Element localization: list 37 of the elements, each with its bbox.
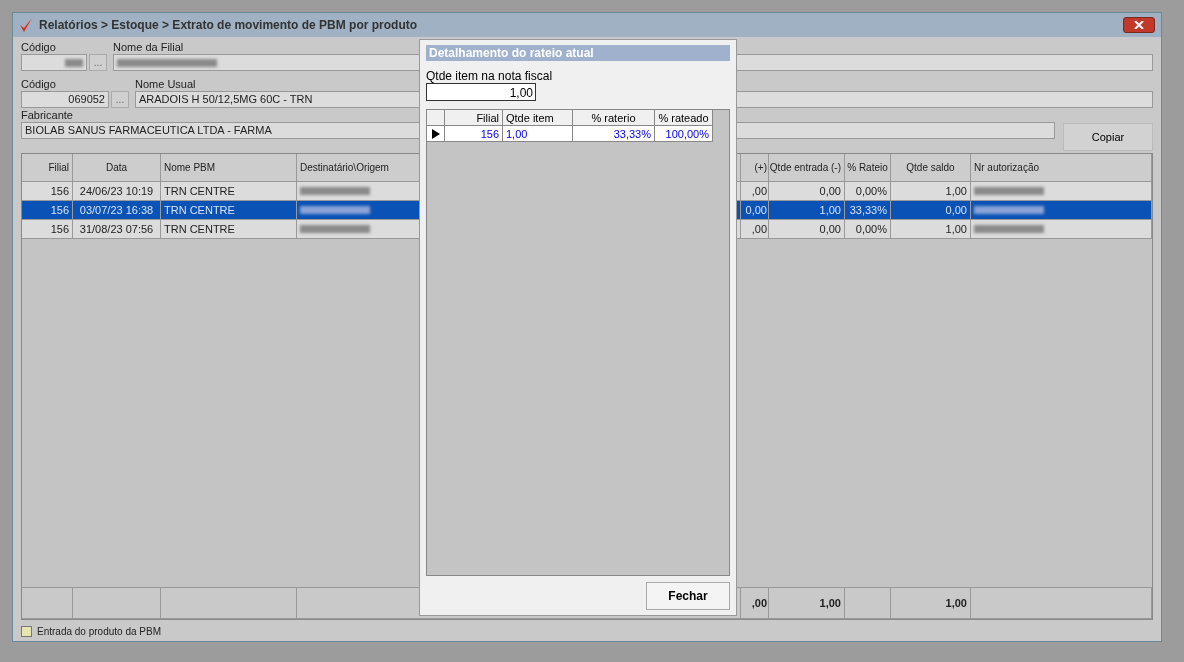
- table-cell: 31/08/23 07:56: [79, 223, 154, 235]
- table-cell: 1,00: [506, 127, 528, 140]
- table-cell: TRN CENTRE: [164, 223, 235, 235]
- table-cell: 03/07/23 16:38: [79, 204, 154, 216]
- table-cell: 33,33%: [849, 204, 887, 216]
- field-label: Qtde item na nota fiscal: [426, 69, 554, 83]
- table-cell: 0,00: [745, 204, 767, 216]
- table-cell: 156: [50, 204, 69, 216]
- checkbox-label: Entrada do produto da PBM: [37, 626, 161, 637]
- field-label: Nome Usual: [135, 77, 196, 91]
- table-cell: 0,00: [945, 204, 967, 216]
- field-label: Código: [21, 77, 56, 91]
- field-label: Nome da Filial: [113, 40, 184, 54]
- table-cell: 156: [50, 223, 69, 235]
- table-cell: ,00: [751, 223, 767, 235]
- total-cell: ,00: [741, 588, 769, 619]
- table-cell: TRN CENTRE: [164, 185, 235, 197]
- table-cell: 0,00: [819, 223, 841, 235]
- table-cell: 1,00: [819, 204, 841, 216]
- table-cell: 1,00: [945, 185, 967, 197]
- table-cell: ,00: [751, 185, 767, 197]
- field-label: Código: [21, 40, 56, 54]
- table-cell: 0,00%: [855, 223, 887, 235]
- table-cell: 156: [50, 185, 69, 197]
- table-cell: 24/06/23 10:19: [79, 185, 154, 197]
- table-cell: 1,00: [945, 223, 967, 235]
- window-title: Relatórios > Estoque > Extrato de movimento de PBM por produto: [39, 18, 418, 32]
- table-cell: 0,00: [819, 185, 841, 197]
- dialog-title: Detalhamento do rateio atual: [426, 45, 730, 61]
- field-label: Fabricante: [21, 108, 73, 122]
- total-cell: 1,00: [769, 588, 845, 619]
- total-cell: 1,00: [891, 588, 971, 619]
- table-cell: 0,00%: [855, 185, 887, 197]
- table-cell: TRN CENTRE: [164, 204, 235, 216]
- table-cell: 156: [480, 127, 499, 140]
- table-cell: 100,00%: [665, 127, 709, 140]
- table-cell: 33,33%: [613, 127, 651, 140]
